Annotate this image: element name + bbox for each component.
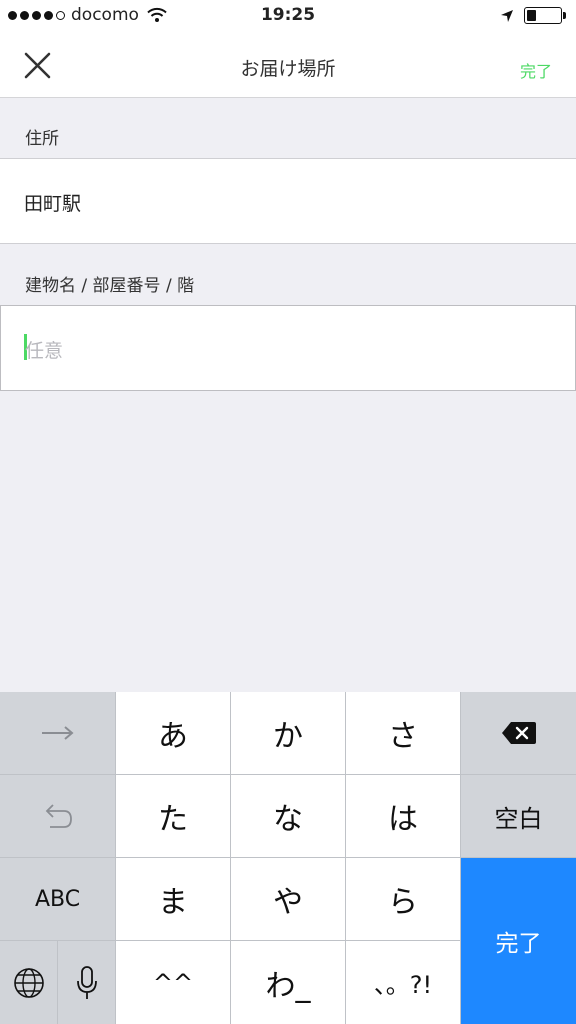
building-placeholder: 任意 (25, 340, 64, 362)
done-button[interactable]: 完了 (520, 58, 552, 82)
key-ya[interactable]: や (231, 858, 345, 940)
key-sa[interactable]: さ (346, 692, 460, 774)
status-right (500, 7, 566, 24)
key-emoticon[interactable]: ^^ (116, 941, 230, 1024)
status-time: 19:25 (260, 5, 316, 25)
key-a[interactable]: あ (116, 692, 230, 774)
key-punctuation[interactable]: 、。?! (346, 941, 460, 1024)
key-ta[interactable]: た (116, 775, 230, 857)
right-arrow-icon (41, 726, 74, 740)
key-ha[interactable]: は (346, 775, 460, 857)
backspace-key[interactable] (461, 692, 576, 774)
key-ma[interactable]: ま (116, 858, 230, 940)
address-label: 住所 (25, 129, 59, 149)
abc-key[interactable]: ABC (0, 858, 115, 940)
undo-key[interactable] (0, 775, 115, 857)
globe-icon (13, 967, 44, 998)
key-ka[interactable]: か (231, 692, 345, 774)
keyboard: あ か さ た な は 空白 ABC ま や ら 完了 ^^ わ_ 、。?! (0, 692, 576, 1024)
status-bar: docomo 19:25 (0, 0, 576, 34)
undo-icon (45, 804, 72, 828)
key-na[interactable]: な (231, 775, 345, 857)
building-field[interactable]: 任意 (0, 305, 576, 391)
location-arrow-icon (501, 9, 513, 22)
keyboard-done-key[interactable]: 完了 (461, 858, 576, 1024)
battery-icon (524, 7, 566, 24)
battery-level (527, 10, 536, 21)
microphone-key[interactable] (58, 941, 115, 1024)
globe-key[interactable] (0, 941, 57, 1024)
backspace-icon (501, 722, 536, 744)
space-key[interactable]: 空白 (461, 775, 576, 857)
key-ra[interactable]: ら (346, 858, 460, 940)
address-field[interactable]: 田町駅 (0, 158, 576, 244)
nav-bar: お届け場所 完了 (0, 34, 576, 98)
building-label: 建物名 / 部屋番号 / 階 (25, 276, 195, 296)
address-value: 田町駅 (24, 193, 82, 215)
key-wa[interactable]: わ_ (231, 941, 345, 1024)
page-title: お届け場所 (240, 58, 336, 80)
key-next[interactable] (0, 692, 115, 774)
microphone-icon (76, 965, 97, 999)
